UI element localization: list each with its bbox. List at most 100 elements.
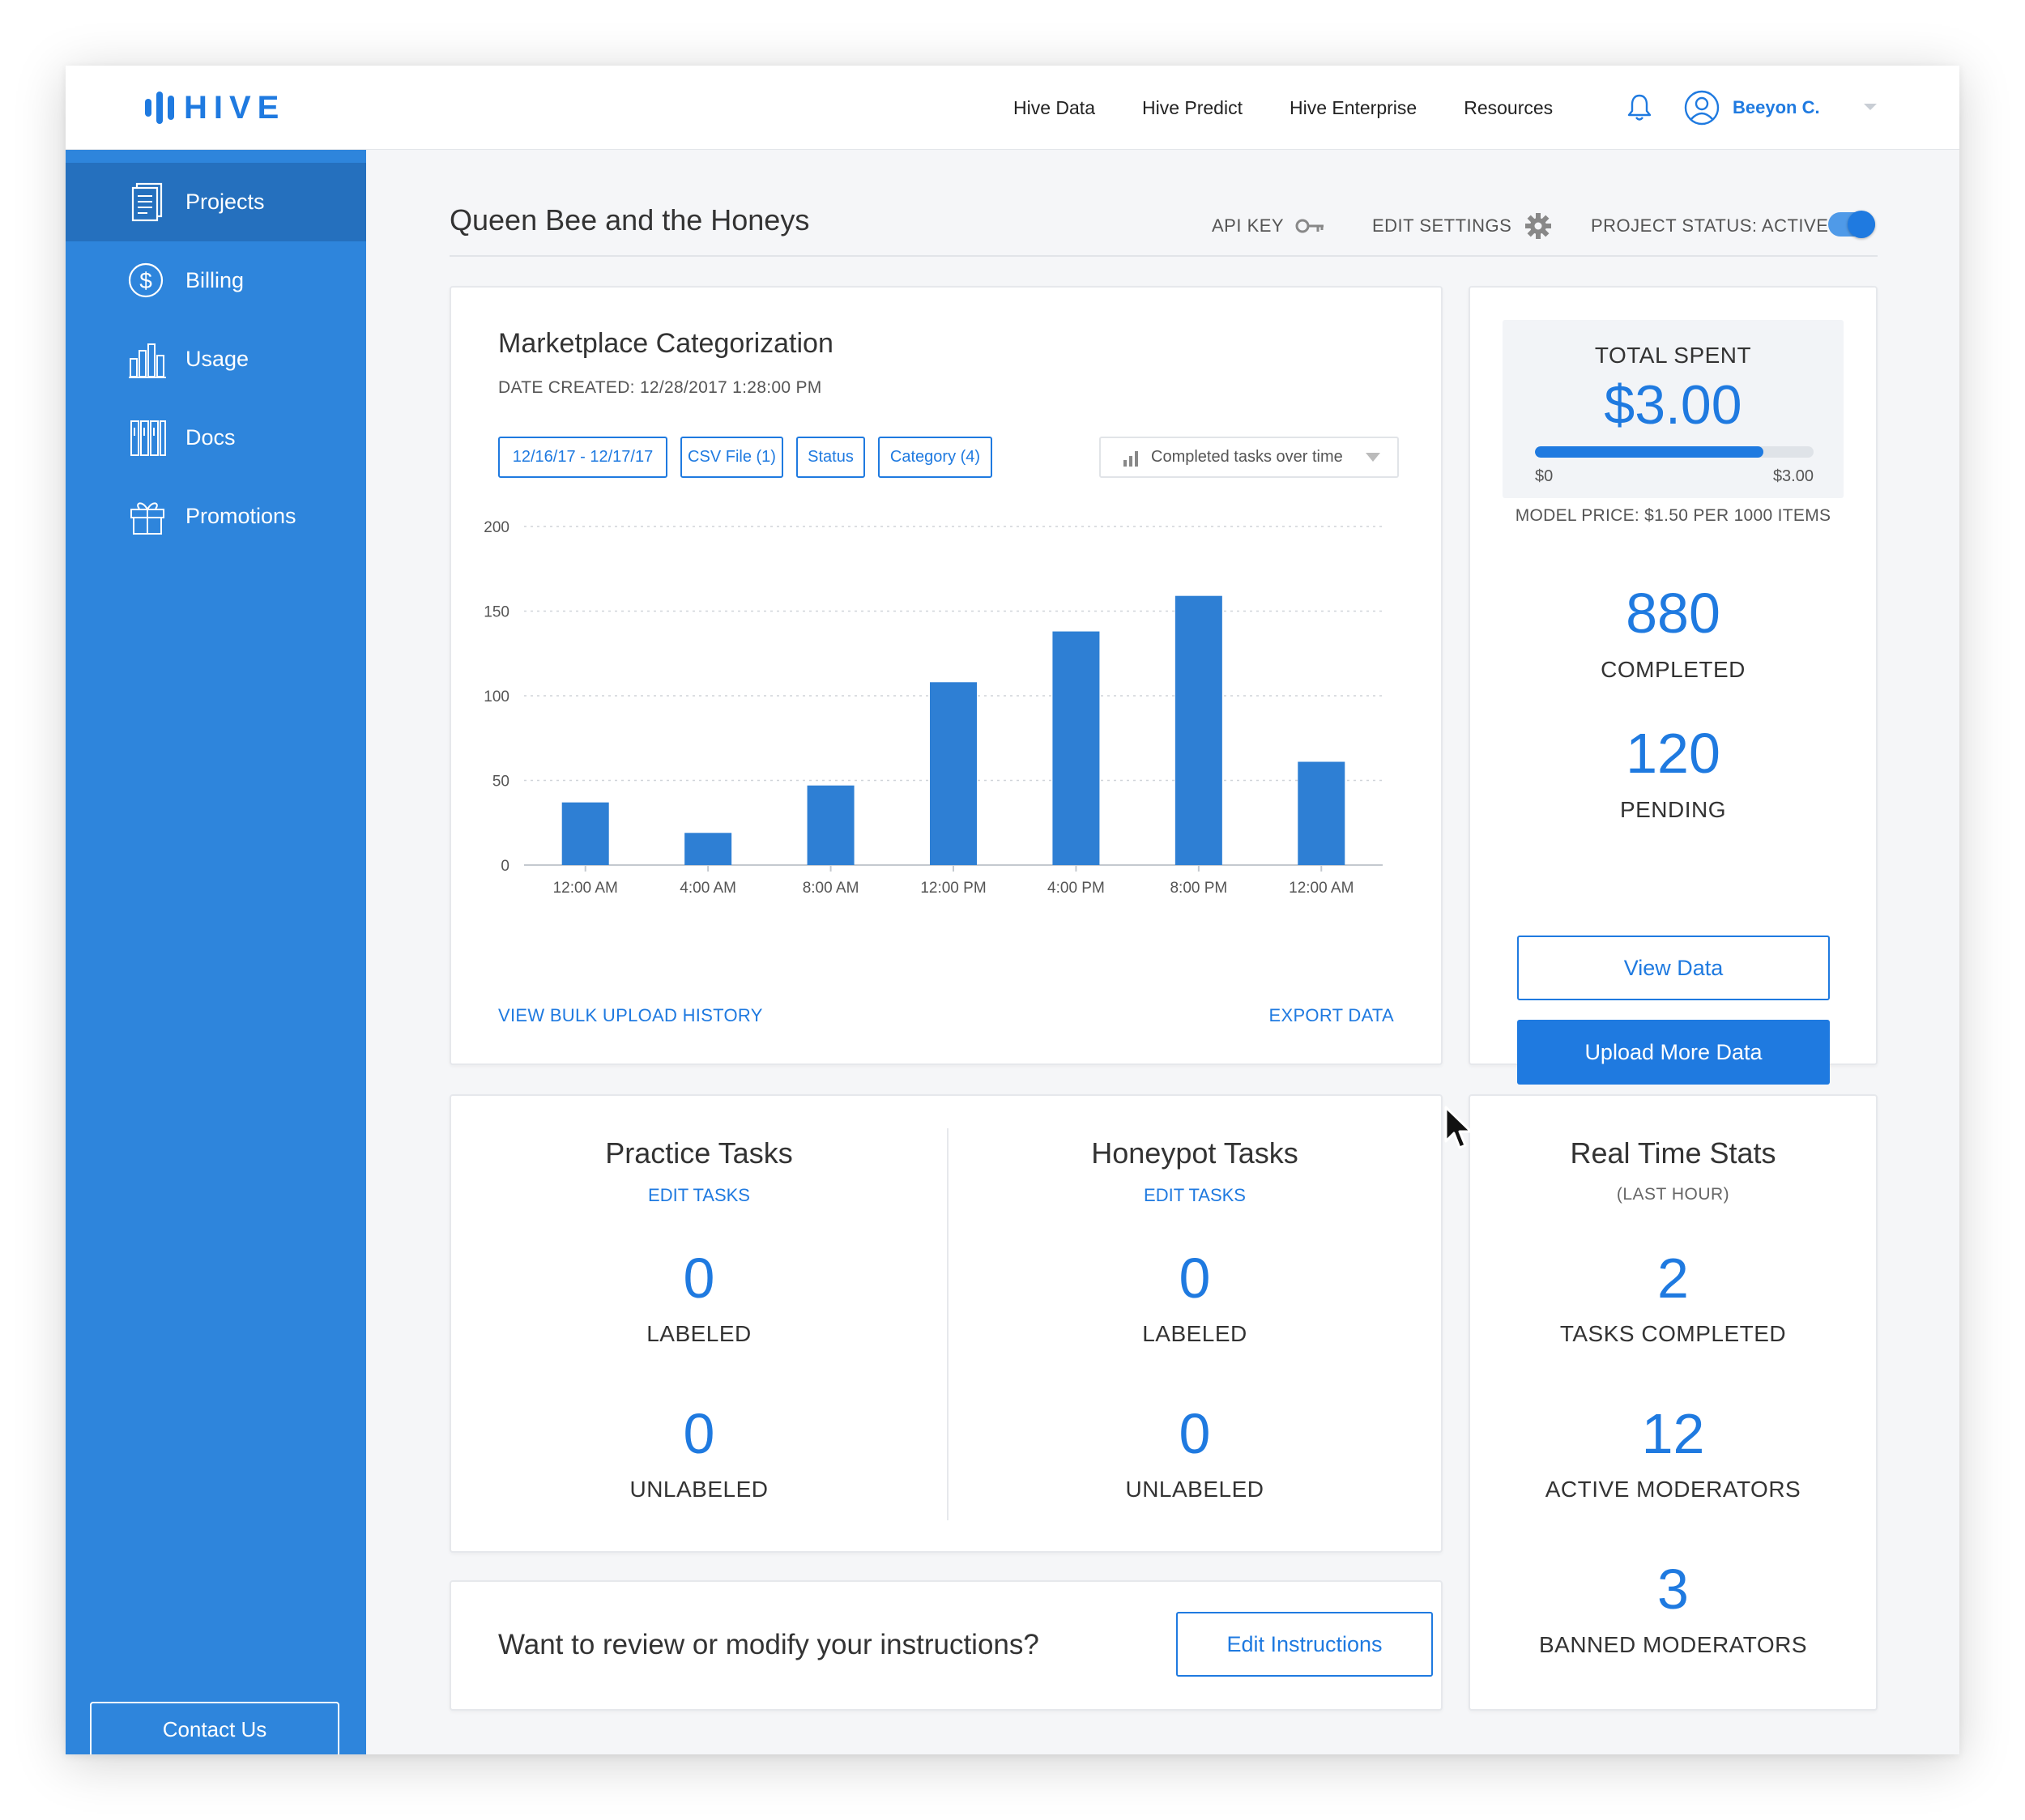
honeypot-tasks-column: Honeypot Tasks EDIT TASKS 0 LABELED 0 UN…	[947, 1096, 1443, 1551]
sidebar-item-label: Billing	[185, 268, 245, 292]
y-tick-label: 200	[484, 519, 509, 536]
practice-unlabeled-label: UNLABELED	[629, 1477, 769, 1502]
sidebar-item-projects[interactable]: Projects	[66, 163, 366, 241]
logo-text: HIVE	[184, 89, 286, 126]
x-tick-label: 4:00 AM	[680, 880, 736, 897]
api-key-label: API KEY	[1212, 215, 1285, 236]
nav-resources[interactable]: Resources	[1464, 97, 1553, 119]
active-moderators-label: ACTIVE MODERATORS	[1545, 1477, 1801, 1502]
bell-icon[interactable]	[1623, 92, 1656, 124]
project-status-toggle[interactable]	[1828, 211, 1875, 238]
sidebar: Projects $ Billing Usage Docs Promotions…	[66, 150, 366, 1754]
bar-chart-icon	[129, 343, 166, 378]
project-status: PROJECT STATUS: ACTIVE	[1591, 210, 1828, 242]
honeypot-tasks-title: Honeypot Tasks	[1091, 1136, 1298, 1170]
real-time-stats-title: Real Time Stats	[1570, 1136, 1776, 1170]
edit-instructions-button[interactable]: Edit Instructions	[1176, 1612, 1433, 1677]
real-time-stats-subtitle: (LAST HOUR)	[1616, 1185, 1730, 1204]
y-tick-label: 50	[492, 774, 509, 791]
x-tick-label: 12:00 AM	[1289, 880, 1354, 897]
chart-title: Marketplace Categorization	[498, 328, 833, 359]
hive-logo[interactable]: HIVE	[145, 90, 285, 126]
bar	[930, 682, 977, 865]
header-divider	[450, 255, 1878, 257]
chevron-down-icon	[1366, 453, 1380, 462]
bar-chart-icon	[1123, 450, 1138, 467]
completed-label: COMPLETED	[1601, 657, 1746, 682]
filter-chip-csv[interactable]: CSV File (1)	[680, 437, 783, 478]
spend-min-label: $0	[1535, 467, 1554, 485]
total-spent-box: TOTAL SPENT $3.00 $0 $3.00	[1503, 320, 1844, 498]
filter-chip-status[interactable]: Status	[796, 437, 865, 478]
key-icon	[1295, 219, 1324, 233]
filter-chip-category[interactable]: Category (4)	[878, 437, 992, 478]
spend-progress-fill	[1535, 446, 1764, 458]
svg-text:$: $	[139, 268, 152, 293]
api-key-button[interactable]: API KEY	[1212, 210, 1326, 242]
view-data-button[interactable]: View Data	[1517, 936, 1830, 1000]
x-tick-label: 12:00 AM	[553, 880, 618, 897]
sidebar-item-docs[interactable]: Docs	[66, 399, 366, 477]
avatar-icon	[1684, 90, 1720, 126]
filter-chip-date[interactable]: 12/16/17 - 12/17/17	[498, 437, 667, 478]
pending-count: 120	[1626, 722, 1720, 785]
date-created: DATE CREATED: 12/28/2017 1:28:00 PM	[498, 378, 822, 397]
gift-icon	[130, 502, 164, 535]
mouse-cursor-icon	[1444, 1106, 1473, 1149]
app-window: HIVE Hive Data Hive Predict Hive Enterpr…	[66, 66, 1959, 1754]
sidebar-item-usage[interactable]: Usage	[66, 320, 366, 399]
contact-us-button[interactable]: Contact Us	[90, 1702, 339, 1754]
project-status-label: PROJECT STATUS: ACTIVE	[1591, 215, 1829, 236]
banned-moderators-label: BANNED MODERATORS	[1538, 1632, 1808, 1657]
banned-moderators-count: 3	[1657, 1558, 1689, 1621]
x-tick-label: 8:00 PM	[1170, 880, 1227, 897]
upload-more-data-button[interactable]: Upload More Data	[1517, 1020, 1830, 1085]
chart-metric-dropdown[interactable]: Completed tasks over time	[1099, 437, 1399, 478]
honeypot-unlabeled-count: 0	[1179, 1402, 1211, 1465]
model-price: MODEL PRICE: $1.50 PER 1000 ITEMS	[1515, 506, 1831, 525]
edit-settings-button[interactable]: EDIT SETTINGS	[1372, 210, 1552, 242]
practice-labeled-label: LABELED	[646, 1321, 752, 1346]
real-time-stats-card: Real Time Stats (LAST HOUR) 2 TASKS COMP…	[1469, 1094, 1878, 1711]
practice-edit-tasks-link[interactable]: EDIT TASKS	[451, 1185, 947, 1206]
honeypot-unlabeled-label: UNLABELED	[1125, 1477, 1264, 1502]
books-icon	[130, 420, 166, 456]
completed-count: 880	[1626, 582, 1720, 645]
spend-card: TOTAL SPENT $3.00 $0 $3.00 MODEL PRICE: …	[1469, 286, 1878, 1085]
user-name: Beeyon C.	[1733, 97, 1820, 117]
bar	[1174, 595, 1222, 865]
instructions-card: Want to review or modify your instructio…	[450, 1580, 1443, 1711]
practice-tasks-column: Practice Tasks EDIT TASKS 0 LABELED 0 UN…	[451, 1096, 947, 1551]
page-title: Queen Bee and the Honeys	[450, 203, 810, 237]
chevron-down-icon[interactable]	[1862, 101, 1878, 113]
bar	[807, 785, 855, 865]
bar	[684, 833, 732, 865]
view-bulk-upload-history-link[interactable]: VIEW BULK UPLOAD HISTORY	[498, 1005, 763, 1026]
nav-hive-data[interactable]: Hive Data	[1013, 97, 1095, 119]
top-nav: Hive Data Hive Predict Hive Enterprise R…	[1013, 66, 1600, 150]
x-tick-label: 8:00 AM	[803, 880, 859, 897]
nav-hive-enterprise[interactable]: Hive Enterprise	[1290, 97, 1417, 119]
instructions-prompt: Want to review or modify your instructio…	[498, 1629, 1039, 1660]
user-menu[interactable]: Beeyon C.	[1684, 88, 1820, 127]
nav-hive-predict[interactable]: Hive Predict	[1142, 97, 1243, 119]
practice-unlabeled-count: 0	[683, 1402, 715, 1465]
chart-card: Marketplace Categorization DATE CREATED:…	[450, 286, 1443, 1065]
active-moderators-count: 12	[1641, 1402, 1705, 1465]
edit-settings-label: EDIT SETTINGS	[1372, 215, 1512, 236]
sidebar-item-label: Promotions	[185, 504, 296, 528]
top-bar: HIVE Hive Data Hive Predict Hive Enterpr…	[66, 66, 1959, 150]
tasks-card: Practice Tasks EDIT TASKS 0 LABELED 0 UN…	[450, 1094, 1443, 1553]
practice-labeled-count: 0	[683, 1247, 715, 1310]
sidebar-item-billing[interactable]: $ Billing	[66, 241, 366, 320]
x-tick-label: 4:00 PM	[1047, 880, 1105, 897]
sidebar-item-label: Docs	[185, 425, 236, 450]
y-tick-label: 100	[484, 688, 509, 705]
honeypot-edit-tasks-link[interactable]: EDIT TASKS	[947, 1185, 1443, 1206]
tasks-completed-count: 2	[1657, 1247, 1689, 1310]
export-data-link[interactable]: EXPORT DATA	[1269, 1005, 1395, 1026]
sidebar-item-label: Usage	[185, 347, 249, 371]
sidebar-item-promotions[interactable]: Promotions	[66, 477, 366, 556]
logo-mark-icon	[145, 90, 174, 126]
honeypot-labeled-label: LABELED	[1142, 1321, 1247, 1346]
